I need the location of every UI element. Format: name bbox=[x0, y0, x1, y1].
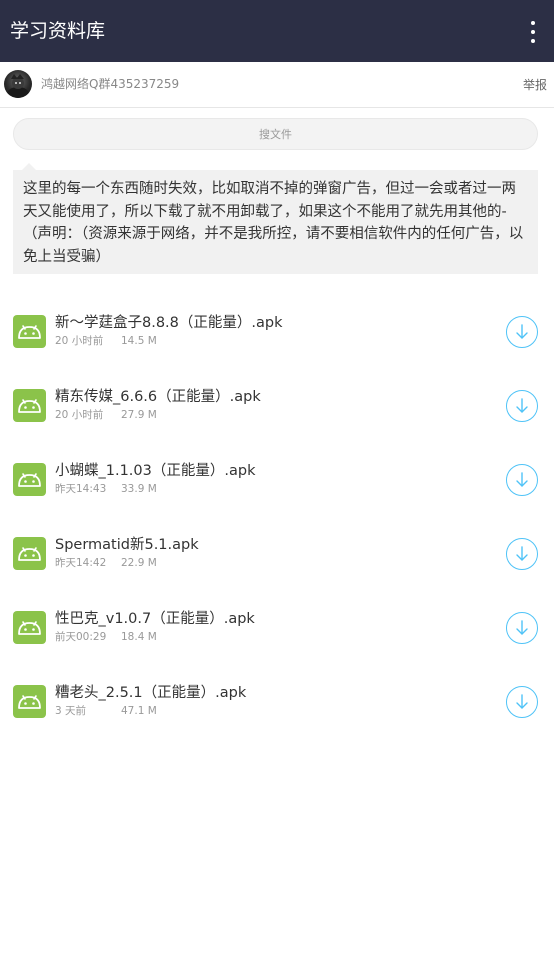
android-icon bbox=[13, 685, 46, 718]
download-circle-icon[interactable] bbox=[506, 538, 538, 570]
notice-box: 这里的每一个东西随时失效，比如取消不掉的弹窗广告，但过一会或者过一两天又能使用了… bbox=[13, 170, 538, 274]
notice-arrow bbox=[22, 163, 36, 170]
file-item[interactable]: Spermatid新5.1.apk 昨天14:42 22.9 M bbox=[0, 516, 554, 590]
file-item[interactable]: 新～学莛盒子8.8.8（正能量）.apk 20 小时前 14.5 M bbox=[0, 294, 554, 368]
file-item[interactable]: 糟老头_2.5.1（正能量）.apk 3 天前 47.1 M bbox=[0, 664, 554, 738]
file-size: 47.1 M bbox=[121, 705, 157, 717]
file-time: 20 小时前 bbox=[55, 409, 104, 421]
search-placeholder: 搜文件 bbox=[259, 128, 292, 141]
page-title: 学习资料库 bbox=[10, 20, 106, 42]
file-name[interactable]: 性巴克_v1.0.7（正能量）.apk bbox=[55, 609, 255, 629]
file-size: 27.9 M bbox=[121, 409, 157, 421]
android-icon bbox=[13, 537, 46, 570]
file-name[interactable]: 精东传媒_6.6.6（正能量）.apk bbox=[55, 387, 261, 407]
more-vertical-icon[interactable] bbox=[528, 21, 538, 43]
file-list: 新～学莛盒子8.8.8（正能量）.apk 20 小时前 14.5 M 精东传媒_… bbox=[0, 294, 554, 738]
download-circle-icon[interactable] bbox=[506, 612, 538, 644]
notice-text: 这里的每一个东西随时失效，比如取消不掉的弹窗广告，但过一会或者过一两天又能使用了… bbox=[23, 181, 524, 265]
file-time: 前天00:29 bbox=[55, 631, 107, 643]
android-icon bbox=[13, 315, 46, 348]
file-time: 20 小时前 bbox=[55, 335, 104, 347]
app-bar: 学习资料库 bbox=[0, 0, 554, 62]
file-item[interactable]: 精东传媒_6.6.6（正能量）.apk 20 小时前 27.9 M bbox=[0, 368, 554, 442]
search-input[interactable]: 搜文件 bbox=[13, 118, 538, 150]
download-circle-icon[interactable] bbox=[506, 316, 538, 348]
file-size: 22.9 M bbox=[121, 557, 157, 569]
android-icon bbox=[13, 611, 46, 644]
android-icon bbox=[13, 389, 46, 422]
download-circle-icon[interactable] bbox=[506, 686, 538, 718]
owner-row: 鸿越网络Q群435237259 举报 bbox=[0, 62, 554, 108]
download-circle-icon[interactable] bbox=[506, 390, 538, 422]
owner-name: 鸿越网络Q群435237259 bbox=[41, 77, 180, 91]
file-size: 14.5 M bbox=[121, 335, 157, 347]
file-name[interactable]: 糟老头_2.5.1（正能量）.apk bbox=[55, 683, 246, 703]
android-icon bbox=[13, 463, 46, 496]
file-name[interactable]: 新～学莛盒子8.8.8（正能量）.apk bbox=[55, 313, 283, 333]
file-item[interactable]: 性巴克_v1.0.7（正能量）.apk 前天00:29 18.4 M bbox=[0, 590, 554, 664]
report-link[interactable]: 举报 bbox=[523, 77, 547, 93]
file-size: 33.9 M bbox=[121, 483, 157, 495]
file-name[interactable]: Spermatid新5.1.apk bbox=[55, 535, 199, 555]
file-name[interactable]: 小蝴蝶_1.1.03（正能量）.apk bbox=[55, 461, 255, 481]
avatar[interactable] bbox=[4, 70, 32, 98]
file-time: 3 天前 bbox=[55, 705, 87, 717]
file-size: 18.4 M bbox=[121, 631, 157, 643]
file-time: 昨天14:42 bbox=[55, 557, 107, 569]
file-time: 昨天14:43 bbox=[55, 483, 107, 495]
download-circle-icon[interactable] bbox=[506, 464, 538, 496]
file-item[interactable]: 小蝴蝶_1.1.03（正能量）.apk 昨天14:43 33.9 M bbox=[0, 442, 554, 516]
